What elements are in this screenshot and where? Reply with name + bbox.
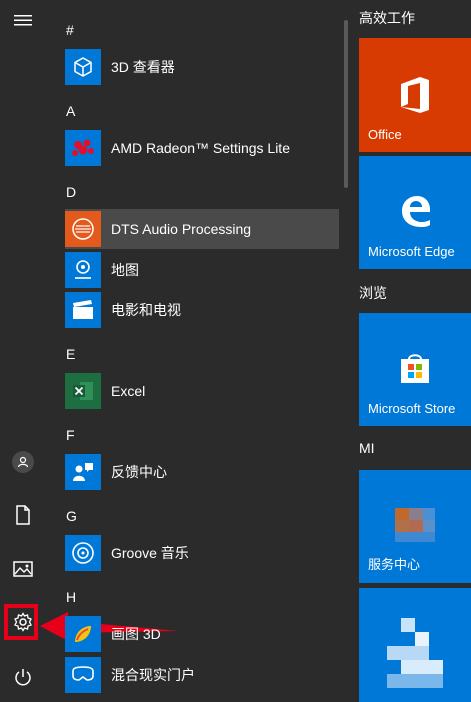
app-list: # 3D 查看器 A AMD Radeon™ Settings Lite D D… (46, 0, 346, 702)
tile-microsoft-store[interactable]: Microsoft Store (359, 313, 471, 426)
user-icon (17, 456, 29, 468)
store-icon (401, 354, 429, 383)
app-item-3d-viewer[interactable]: 3D 查看器 (65, 47, 339, 87)
app-label: 电影和电视 (111, 302, 181, 318)
letter-header[interactable]: H (66, 589, 76, 605)
app-label: AMD Radeon™ Settings Lite (111, 140, 290, 156)
app-item-groove-music[interactable]: Groove 音乐 (65, 533, 339, 573)
feedback-hub-icon (65, 454, 101, 490)
settings-highlight-box (4, 604, 38, 640)
tile-label: Office (368, 127, 402, 142)
maps-icon (65, 252, 101, 288)
pictures-button[interactable] (0, 549, 46, 589)
3d-viewer-icon (65, 49, 101, 85)
app-label: 画图 3D (111, 626, 161, 642)
power-icon (15, 669, 31, 686)
mixed-reality-icon (65, 657, 101, 693)
app-label: 3D 查看器 (111, 59, 175, 75)
letter-header[interactable]: G (66, 508, 77, 524)
edge-icon (402, 196, 430, 227)
excel-icon (65, 373, 101, 409)
user-account-button[interactable] (0, 442, 46, 482)
power-button[interactable] (0, 657, 46, 697)
service-center-icon (395, 508, 435, 542)
tile-group-title[interactable]: 高效工作 (359, 8, 415, 28)
office-icon (401, 77, 429, 113)
app-item-excel[interactable]: Excel (65, 371, 339, 411)
app-item-movies-tv[interactable]: 电影和电视 (65, 290, 339, 330)
letter-header[interactable]: E (66, 346, 75, 362)
tile-label: Microsoft Edge (368, 244, 455, 259)
document-icon (16, 505, 30, 525)
avatar (12, 451, 34, 473)
letter-header[interactable]: D (66, 184, 76, 200)
movies-tv-icon (65, 292, 101, 328)
tile-service-center[interactable]: 服务中心 (359, 470, 471, 583)
tile-office[interactable]: Office (359, 38, 471, 152)
tile-label: Microsoft Store (368, 401, 456, 416)
pictures-icon (13, 561, 33, 577)
app-label: Groove 音乐 (111, 545, 189, 561)
app-label: Excel (111, 383, 146, 399)
app-item-maps[interactable]: 地图 (65, 250, 339, 290)
app-label: 混合现实门户 (111, 667, 195, 683)
tile-group-title[interactable]: 浏览 (359, 283, 387, 303)
blurred-app-icon (387, 618, 443, 698)
documents-button[interactable] (0, 495, 46, 535)
hamburger-icon (14, 15, 32, 26)
letter-header[interactable]: # (66, 22, 74, 38)
tile-group-title[interactable]: MI (359, 440, 375, 456)
app-label: 地图 (111, 262, 139, 278)
app-item-feedback-hub[interactable]: 反馈中心 (65, 452, 339, 492)
letter-header[interactable]: A (66, 103, 75, 119)
app-label: 反馈中心 (111, 464, 167, 480)
groove-music-icon (65, 535, 101, 571)
letter-header[interactable]: F (66, 427, 75, 443)
tile-microsoft-edge[interactable]: Microsoft Edge (359, 156, 471, 269)
tile-blurred-app[interactable] (359, 588, 471, 702)
app-item-paint-3d[interactable]: 画图 3D (65, 614, 339, 654)
start-rail (0, 0, 46, 702)
app-item-mixed-reality-portal[interactable]: 混合现实门户 (65, 655, 339, 695)
app-item-dts-audio[interactable]: DTS Audio Processing (65, 209, 339, 249)
dts-audio-icon (65, 211, 101, 247)
app-list-scrollbar[interactable] (344, 20, 348, 188)
app-label: DTS Audio Processing (111, 221, 252, 237)
app-item-amd-radeon[interactable]: AMD Radeon™ Settings Lite (65, 128, 339, 168)
tile-label: 服务中心 (368, 557, 421, 572)
paint-3d-icon (65, 616, 101, 652)
expand-menu-button[interactable] (0, 0, 46, 40)
amd-radeon-icon (65, 130, 101, 166)
